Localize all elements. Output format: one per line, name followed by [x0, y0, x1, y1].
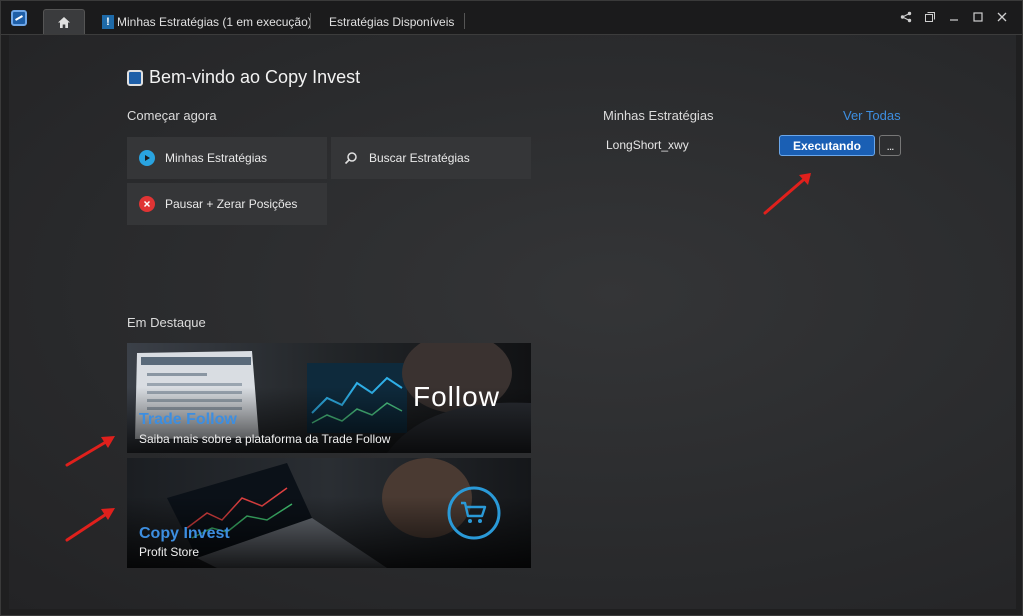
- tab-bar: ! Minhas Estratégias (1 em execução) Est…: [1, 1, 1022, 35]
- banner-title: Trade Follow: [139, 411, 237, 428]
- strategy-name[interactable]: LongShort_xwy: [606, 138, 689, 152]
- alert-icon: !: [102, 14, 114, 29]
- tab-my-strategies-label: Minhas Estratégias (1 em execução): [117, 14, 312, 29]
- share-icon[interactable]: [894, 7, 918, 27]
- tile-pause-reset-positions[interactable]: Pausar + Zerar Posições: [127, 183, 327, 225]
- tile-label: Pausar + Zerar Posições: [165, 197, 298, 211]
- app-window: ! Minhas Estratégias (1 em execução) Est…: [0, 0, 1023, 616]
- tile-search-strategies[interactable]: Buscar Estratégias: [331, 137, 531, 179]
- follow-logo: Follow: [413, 381, 500, 412]
- tab-divider: [310, 13, 311, 29]
- search-icon: [343, 150, 359, 166]
- tab-my-strategies[interactable]: ! Minhas Estratégias (1 em execução): [102, 9, 312, 34]
- my-strategies-title: Minhas Estratégias: [603, 108, 714, 123]
- tab-available-label: Estratégias Disponíveis: [329, 14, 455, 29]
- banner-copy-invest[interactable]: Copy Invest Profit Store: [127, 458, 531, 568]
- restore-window-icon[interactable]: [918, 7, 942, 27]
- tile-my-strategies[interactable]: Minhas Estratégias: [127, 137, 327, 179]
- play-icon: [139, 150, 155, 166]
- tab-available-strategies[interactable]: Estratégias Disponíveis: [329, 9, 454, 34]
- start-section-title: Começar agora: [127, 108, 217, 123]
- see-all-link[interactable]: Ver Todas: [843, 108, 901, 123]
- tab-divider: [464, 13, 465, 29]
- welcome-title: Bem-vindo ao Copy Invest: [149, 67, 361, 87]
- featured-section-title: Em Destaque: [127, 315, 206, 330]
- banner-subtitle: Saiba mais sobre a plataforma da Trade F…: [139, 432, 391, 446]
- cart-icon: [461, 501, 487, 523]
- tile-label: Minhas Estratégias: [165, 151, 268, 165]
- close-icon[interactable]: [990, 7, 1014, 27]
- annotation-arrow: [65, 436, 115, 467]
- banner-title: Copy Invest: [139, 525, 230, 542]
- welcome-heading: Bem-vindo ao Copy Invest: [127, 67, 360, 88]
- copy-invest-logo-icon: [127, 69, 143, 86]
- annotation-arrow: [65, 508, 115, 542]
- executing-status-button[interactable]: Executando: [779, 135, 875, 156]
- app-logo-icon: [11, 10, 27, 26]
- maximize-icon[interactable]: [966, 7, 990, 27]
- minimize-icon[interactable]: [942, 7, 966, 27]
- window-controls: [894, 7, 1014, 27]
- annotation-arrow: [763, 173, 811, 215]
- tab-home[interactable]: [43, 9, 85, 34]
- close-circle-icon: [139, 196, 155, 212]
- home-icon: [58, 16, 70, 28]
- tile-label: Buscar Estratégias: [369, 151, 470, 165]
- banner-trade-follow[interactable]: Follow Trade Follow Saiba mais sobre a p…: [127, 343, 531, 453]
- banner-subtitle: Profit Store: [139, 545, 200, 559]
- more-options-button[interactable]: ...: [879, 135, 901, 156]
